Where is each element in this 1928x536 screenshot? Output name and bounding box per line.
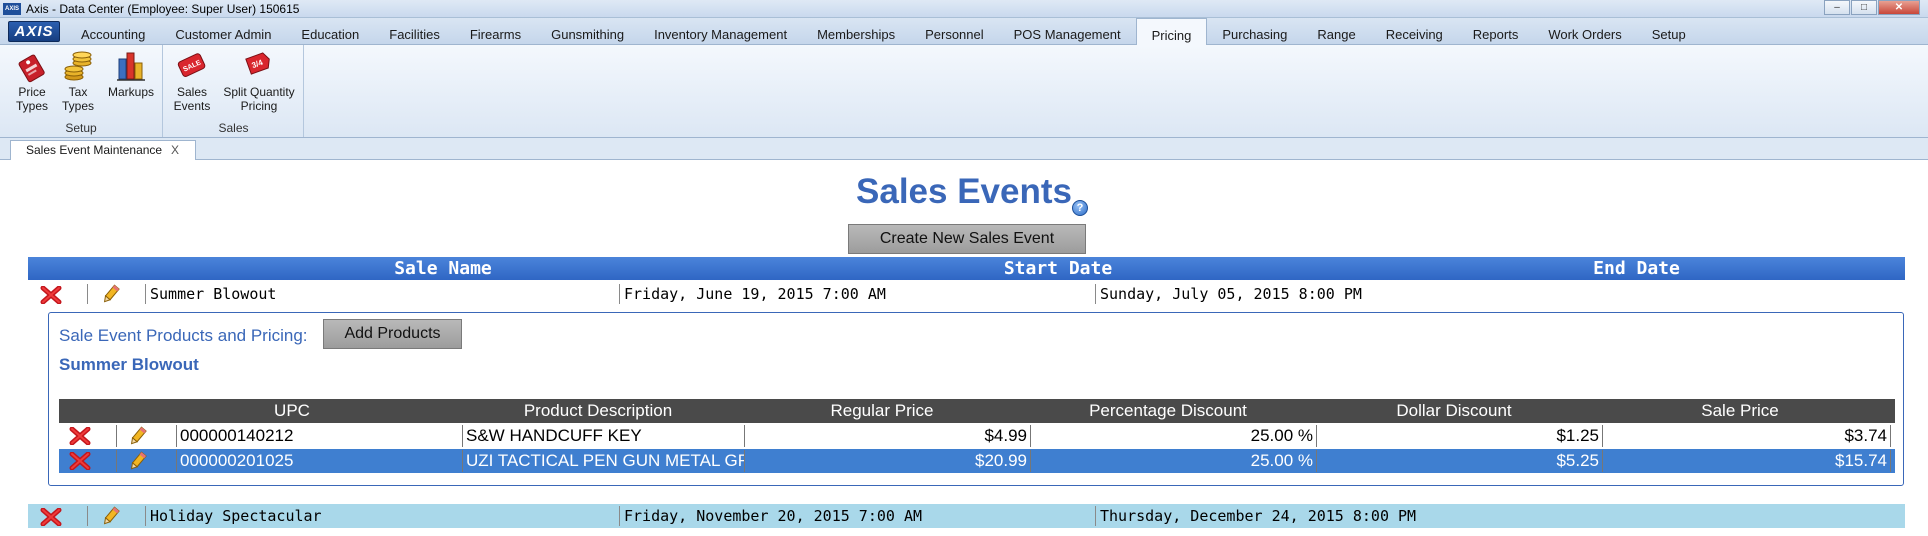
column-header-sale-price[interactable]: Sale Price <box>1597 401 1883 421</box>
tab-firearms[interactable]: Firearms <box>455 18 536 45</box>
sales-events-table-header: Sale Name Start Date End Date <box>28 257 1905 280</box>
price-types-label: Price Types <box>15 85 48 113</box>
products-table-header: UPC Product Description Regular Price Pe… <box>59 399 1895 423</box>
sale-event-products-panel: Sale Event Products and Pricing: Add Pro… <box>48 312 1904 486</box>
tab-range[interactable]: Range <box>1302 18 1370 45</box>
main-menu-bar: AXIS Accounting Customer Admin Education… <box>0 18 1928 46</box>
ribbon-group-setup: Price Types Tax Types Markups Setup <box>0 45 163 137</box>
sales-events-label: Sales Events <box>173 85 211 113</box>
column-header-dollar-discount[interactable]: Dollar Discount <box>1311 401 1597 421</box>
markups-button[interactable]: Markups <box>104 49 158 99</box>
row-spacer <box>28 284 88 304</box>
start-date-cell: Friday, November 20, 2015 7:00 AM <box>620 506 1096 526</box>
regular-price-cell: $4.99 <box>745 425 1031 447</box>
ribbon: Price Types Tax Types Markups Setup SALE… <box>0 45 1928 138</box>
close-window-button[interactable]: ✕ <box>1878 0 1920 15</box>
column-header-upc[interactable]: UPC <box>177 401 407 421</box>
ribbon-group-sales: SALE Sales Events 3/4 Split Quantity Pri… <box>164 45 304 137</box>
app-logo-icon: AXIS <box>3 3 21 15</box>
column-header-start-date[interactable]: Start Date <box>618 258 1498 279</box>
sale-price-cell: $15.74 <box>1603 450 1891 472</box>
row-spacer <box>59 450 117 472</box>
maximize-button[interactable]: □ <box>1851 0 1877 15</box>
ribbon-group-sales-label: Sales <box>218 121 249 135</box>
dollar-discount-cell: $1.25 <box>1317 425 1603 447</box>
doc-tab-sales-event-maintenance[interactable]: Sales Event Maintenance X <box>10 140 196 160</box>
tax-types-label: Tax Types <box>61 85 94 113</box>
sale-name-cell: Summer Blowout <box>146 284 620 304</box>
column-header-end-date[interactable]: End Date <box>1368 258 1905 279</box>
ribbon-group-setup-label: Setup <box>65 121 97 135</box>
end-date-cell: Sunday, July 05, 2015 8:00 PM <box>1100 285 1362 303</box>
product-row[interactable]: 000000140212 S&W HANDCUFF KEY $4.99 25.0… <box>59 424 1895 448</box>
sale-name-cell: Holiday Spectacular <box>146 506 620 526</box>
tab-setup[interactable]: Setup <box>1637 18 1701 45</box>
split-price-tag-icon: 3/4 <box>245 52 270 75</box>
page-title-wrapper: Sales Events ? <box>0 172 1928 216</box>
dollar-discount-cell: $5.25 <box>1317 450 1603 472</box>
end-date-cell: Thursday, December 24, 2015 8:00 PM <box>1100 507 1417 525</box>
doc-tab-close-button[interactable]: X <box>171 141 179 159</box>
tab-memberships[interactable]: Memberships <box>802 18 910 45</box>
split-quantity-pricing-button[interactable]: 3/4 Split Quantity Pricing <box>216 49 302 113</box>
column-header-regular-price[interactable]: Regular Price <box>739 401 1025 421</box>
bar-chart-icon <box>117 52 145 81</box>
row-spacer <box>88 284 146 304</box>
tab-facilities[interactable]: Facilities <box>374 18 455 45</box>
row-spacer <box>28 506 88 526</box>
split-quantity-pricing-label: Split Quantity Pricing <box>223 85 295 113</box>
sales-event-row[interactable]: Holiday Spectacular Friday, November 20,… <box>28 504 1905 528</box>
tab-education[interactable]: Education <box>286 18 374 45</box>
sale-price-cell: $3.74 <box>1603 425 1891 447</box>
tab-inventory-management[interactable]: Inventory Management <box>639 18 802 45</box>
page-title: Sales Events <box>856 172 1072 211</box>
row-spacer <box>59 425 117 447</box>
sales-events-button[interactable]: SALE Sales Events <box>170 49 214 113</box>
tab-purchasing[interactable]: Purchasing <box>1207 18 1302 45</box>
start-date-cell: Friday, June 19, 2015 7:00 AM <box>620 284 1096 304</box>
products-panel-event-name: Summer Blowout <box>59 355 199 374</box>
percentage-discount-cell: 25.00 % <box>1031 425 1317 447</box>
doc-tab-label: Sales Event Maintenance <box>26 143 163 157</box>
tab-accounting[interactable]: Accounting <box>66 18 160 45</box>
price-types-button[interactable]: Price Types <box>10 49 54 113</box>
tab-reports[interactable]: Reports <box>1458 18 1534 45</box>
sale-tag-icon: SALE <box>177 53 206 77</box>
price-tag-icon <box>18 54 45 83</box>
regular-price-cell: $20.99 <box>745 450 1031 472</box>
upc-cell: 000000201025 <box>177 450 463 472</box>
percentage-discount-cell: 25.00 % <box>1031 450 1317 472</box>
axis-logo[interactable]: AXIS <box>8 21 60 42</box>
description-cell: UZI TACTICAL PEN GUN METAL GR <box>463 450 745 472</box>
column-header-percentage-discount[interactable]: Percentage Discount <box>1025 401 1311 421</box>
tab-pos-management[interactable]: POS Management <box>999 18 1136 45</box>
window-controls: – □ ✕ <box>1823 0 1920 16</box>
tab-customer-admin[interactable]: Customer Admin <box>160 18 286 45</box>
column-header-product-description[interactable]: Product Description <box>455 401 741 421</box>
tab-gunsmithing[interactable]: Gunsmithing <box>536 18 639 45</box>
description-cell: S&W HANDCUFF KEY <box>463 425 745 447</box>
tax-types-button[interactable]: Tax Types <box>56 49 100 113</box>
help-icon[interactable]: ? <box>1071 200 1088 216</box>
window-title-bar: AXIS Axis - Data Center (Employee: Super… <box>0 0 1928 18</box>
row-spacer <box>117 425 177 447</box>
tab-personnel[interactable]: Personnel <box>910 18 999 45</box>
window-title: Axis - Data Center (Employee: Super User… <box>26 2 300 16</box>
tab-receiving[interactable]: Receiving <box>1371 18 1458 45</box>
row-spacer <box>117 450 177 472</box>
tab-work-orders[interactable]: Work Orders <box>1533 18 1636 45</box>
product-row-selected[interactable]: 000000201025 UZI TACTICAL PEN GUN METAL … <box>59 449 1895 473</box>
markups-label: Markups <box>107 85 154 99</box>
products-panel-label: Sale Event Products and Pricing: <box>59 326 308 345</box>
row-spacer <box>88 506 146 526</box>
tab-pricing[interactable]: Pricing <box>1135 18 1208 46</box>
document-tab-strip: Sales Event Maintenance X <box>0 138 1928 160</box>
add-products-button[interactable]: Add Products <box>323 319 462 349</box>
upc-cell: 000000140212 <box>177 425 463 447</box>
create-new-sales-event-button[interactable]: Create New Sales Event <box>848 224 1086 254</box>
sales-event-row[interactable]: Summer Blowout Friday, June 19, 2015 7:0… <box>28 282 1905 306</box>
minimize-button[interactable]: – <box>1824 0 1850 15</box>
menu-tabs: Accounting Customer Admin Education Faci… <box>66 18 1701 46</box>
coins-icon <box>64 51 92 81</box>
